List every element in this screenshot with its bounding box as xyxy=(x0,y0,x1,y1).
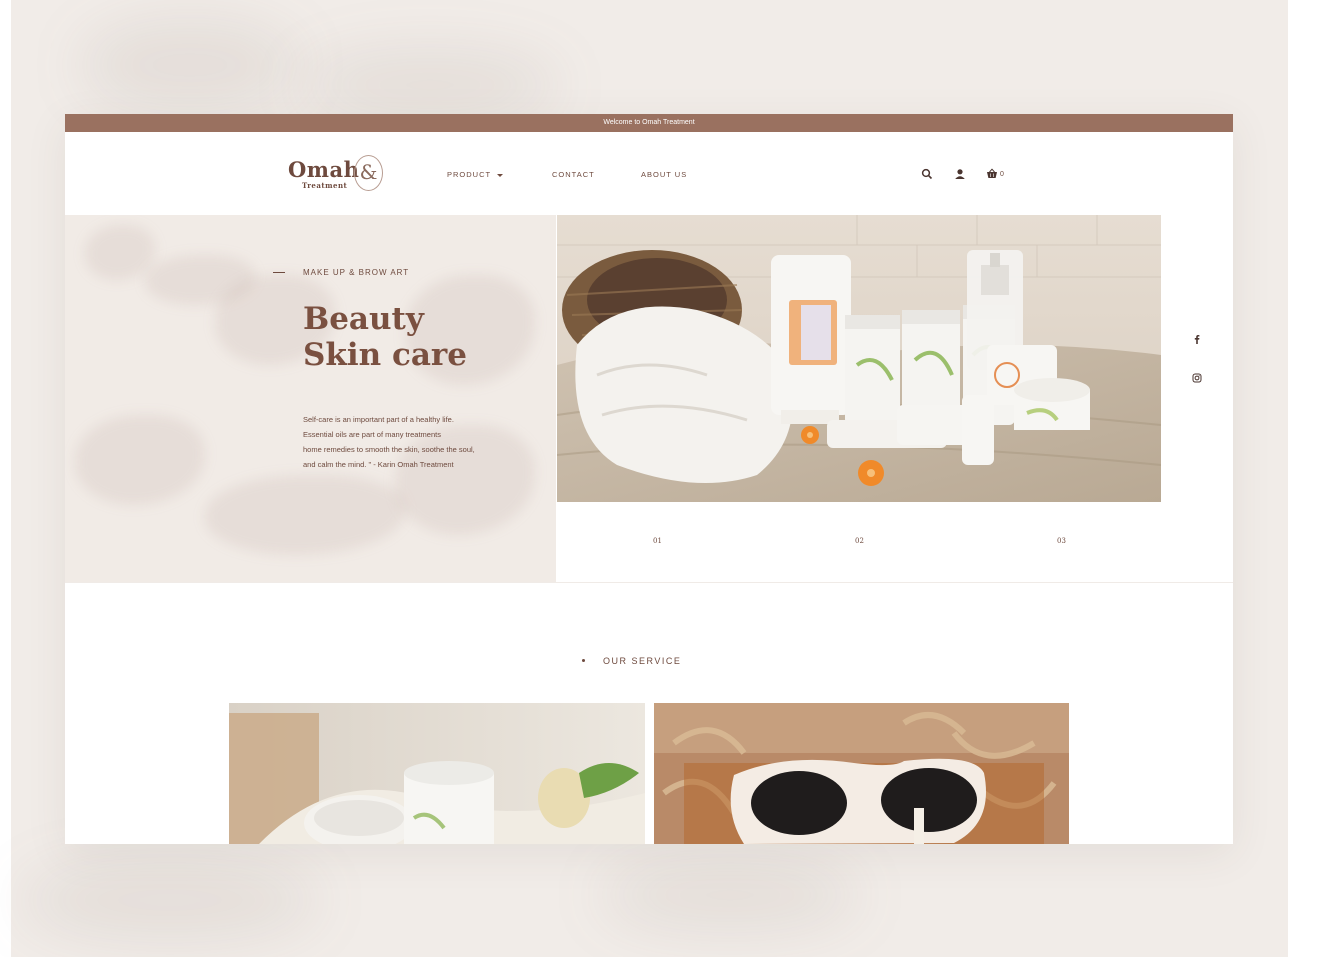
website-mockup: Welcome to Omah Treatment Omah Treatment… xyxy=(65,114,1233,844)
sunglasses-box-photo xyxy=(654,703,1069,844)
page-edge-right xyxy=(1288,0,1319,957)
chevron-down-icon xyxy=(497,173,504,177)
slide-indicator-2[interactable]: 02 xyxy=(855,537,864,545)
site-header: Omah Treatment & PRODUCT CONTACT ABOUT U… xyxy=(65,132,1233,215)
instagram-icon[interactable] xyxy=(1192,373,1202,383)
nav-about[interactable]: ABOUT US xyxy=(641,170,687,179)
background-shadow xyxy=(20,860,320,940)
leaf-shadow xyxy=(85,225,155,280)
hero-title: Beauty Skin care xyxy=(303,301,467,373)
skincare-products-illustration xyxy=(557,215,1161,502)
cream-jar-photo xyxy=(229,703,645,844)
logo-subtitle: Treatment xyxy=(302,181,348,190)
nav-product[interactable]: PRODUCT xyxy=(447,170,504,179)
hero-title-line2: Skin care xyxy=(303,337,467,373)
slide-indicator-1[interactable]: 01 xyxy=(653,537,662,545)
slide-indicator-3[interactable]: 03 xyxy=(1057,537,1066,545)
service-card-2[interactable] xyxy=(654,703,1069,844)
section-title: OUR SERVICE xyxy=(603,656,682,666)
hero-description-line: home remedies to smooth the skin, soothe… xyxy=(303,445,475,454)
cart-count: 0 xyxy=(1000,171,1004,178)
background-shadow xyxy=(600,860,860,930)
leaf-shadow xyxy=(75,415,205,505)
service-card-1[interactable] xyxy=(229,703,645,844)
background-shadow xyxy=(80,20,300,110)
eyebrow-dash xyxy=(273,272,285,273)
hero-text-panel: MAKE UP & BROW ART Beauty Skin care Self… xyxy=(65,215,556,582)
bullet-dot xyxy=(582,659,585,662)
hero-description-line: and calm the mind. " - Karin Omah Treatm… xyxy=(303,460,454,469)
logo-wordmark: Omah xyxy=(288,157,360,182)
background-shadow xyxy=(300,50,560,120)
nav-product-label: PRODUCT xyxy=(447,170,492,179)
leaf-shadow xyxy=(205,475,405,555)
user-icon[interactable] xyxy=(954,168,966,180)
facebook-icon[interactable] xyxy=(1192,334,1202,344)
logo-ampersand-mark: & xyxy=(354,155,383,191)
hero-description-line: Self-care is an important part of a heal… xyxy=(303,415,454,424)
search-icon[interactable] xyxy=(921,168,933,180)
nav-contact[interactable]: CONTACT xyxy=(552,170,595,179)
hero-product-image xyxy=(557,215,1161,502)
hero-eyebrow: MAKE UP & BROW ART xyxy=(303,268,410,277)
announcement-bar: Welcome to Omah Treatment xyxy=(65,114,1233,132)
logo[interactable]: Omah Treatment & xyxy=(288,153,388,193)
hero-description-line: Essential oils are part of many treatmen… xyxy=(303,430,441,439)
cart-icon[interactable] xyxy=(986,168,998,180)
hero-description: Self-care is an important part of a heal… xyxy=(303,412,513,472)
page-edge-left xyxy=(0,0,11,957)
hero-title-line1: Beauty xyxy=(303,301,424,337)
section-divider xyxy=(65,582,1233,583)
